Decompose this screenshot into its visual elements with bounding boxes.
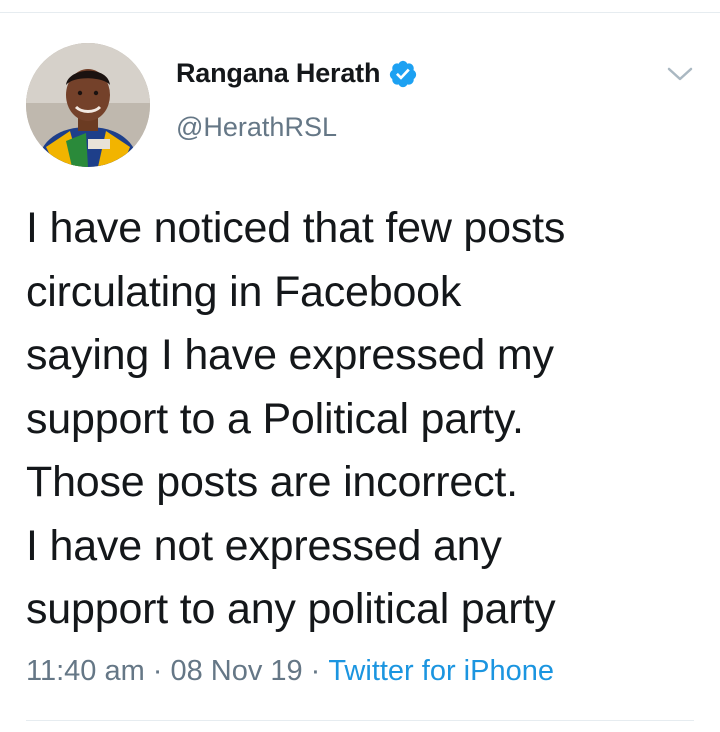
meta-separator: ·: [152, 655, 163, 687]
profile-photo-icon: [26, 43, 150, 167]
meta-separator: ·: [310, 655, 321, 687]
chevron-down-icon[interactable]: [666, 64, 694, 84]
avatar[interactable]: [26, 43, 150, 167]
tweet-time[interactable]: 11:40 am: [26, 655, 145, 688]
user-name-row[interactable]: Rangana Herath: [176, 58, 418, 89]
tweet-date[interactable]: 08 Nov 19: [170, 655, 302, 688]
tweet-meta: 11:40 am · 08 Nov 19 · Twitter for iPhon…: [26, 655, 554, 688]
verified-badge-icon: [388, 59, 418, 89]
top-divider: [0, 12, 720, 13]
tweet-source-link[interactable]: Twitter for iPhone: [328, 655, 554, 688]
user-name[interactable]: Rangana Herath: [176, 58, 380, 89]
tweet-text: I have noticed that few posts circulatin…: [26, 204, 566, 633]
user-handle[interactable]: @HerathRSL: [176, 112, 337, 143]
bottom-divider: [26, 720, 694, 721]
